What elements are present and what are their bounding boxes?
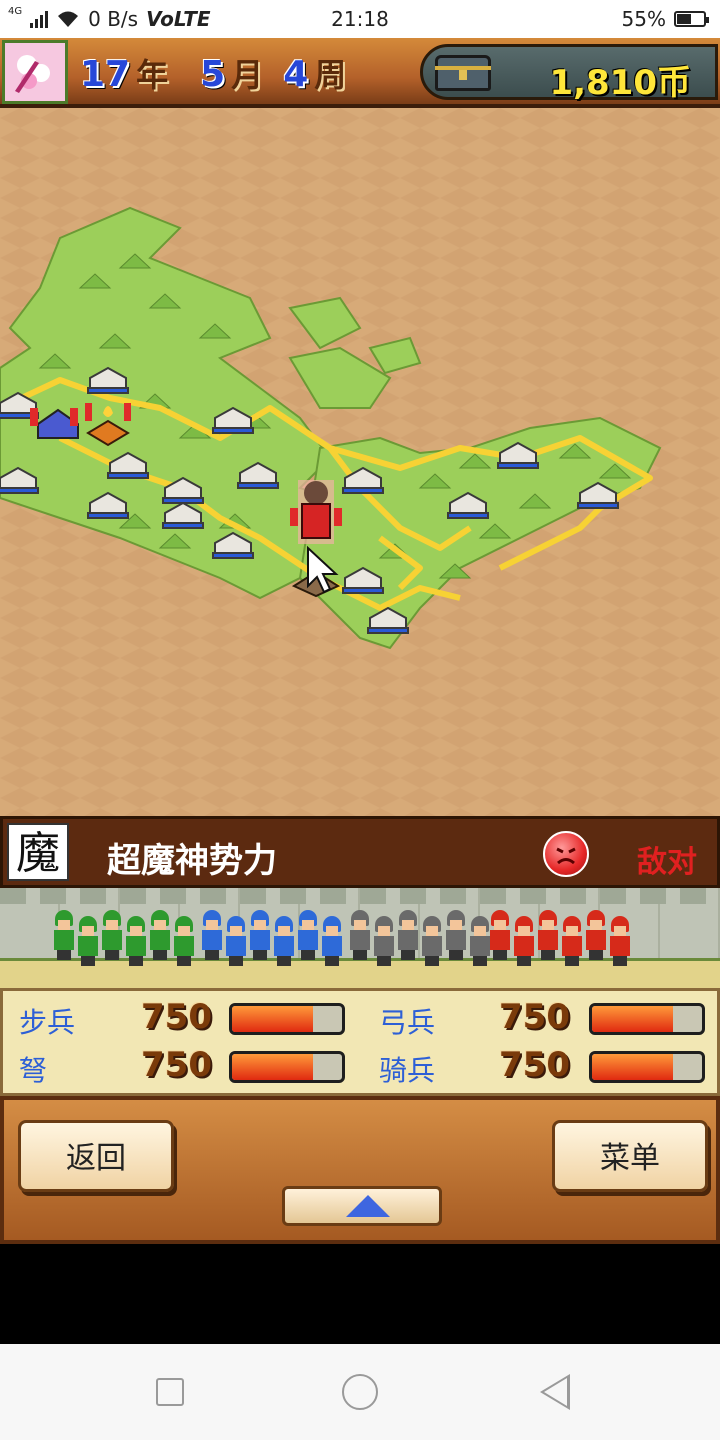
soldier-sprite [100, 910, 124, 960]
cavalry-bar [589, 1051, 705, 1083]
soldier-sprite [172, 916, 196, 966]
soldier-sprite [560, 916, 584, 966]
infantry-bar [229, 1003, 345, 1035]
soldier-sprite [224, 916, 248, 966]
archer-label: 弓兵 [379, 1006, 436, 1039]
troops-display [0, 888, 720, 988]
castle-icon[interactable] [30, 408, 79, 439]
cavalry-value: 750 [499, 1045, 570, 1085]
soldier-sprite [52, 910, 76, 960]
year-value: 17 [80, 54, 131, 95]
infantry-label: 步兵 [19, 1006, 76, 1039]
faction-emblem-icon[interactable] [2, 40, 68, 104]
crossbow-bar [229, 1051, 345, 1083]
soldier-sprite [348, 910, 372, 960]
year-unit: 年 [136, 56, 169, 94]
soldier-sprite [124, 916, 148, 966]
coin-amount: 1,810币 [549, 63, 691, 103]
soldier-sprite [488, 910, 512, 960]
week-unit: 周 [314, 56, 347, 94]
soldier-sprite [148, 910, 172, 960]
month-value: 5 [200, 54, 226, 95]
coin-display: 1,810币 [420, 44, 718, 103]
soldier-sprite [372, 916, 396, 966]
soldier-sprite [76, 916, 100, 966]
stats-row-2: 弩 750 骑兵 750 [3, 1043, 720, 1091]
soldier-sprite [444, 910, 468, 960]
soldier-sprite [420, 916, 444, 966]
map-canvas[interactable] [0, 108, 720, 816]
faction-emblem-char: 魔 [7, 823, 69, 881]
faction-name: 超魔神势力 [107, 841, 277, 881]
soldier-sprite [536, 910, 560, 960]
menu-button[interactable]: 菜单 [552, 1120, 708, 1192]
bottom-control-panel: 返回 菜单 [0, 1096, 720, 1244]
angry-face-icon [543, 831, 589, 877]
soldier-sprite [608, 916, 632, 966]
cavalry-label: 骑兵 [379, 1054, 436, 1087]
month-unit: 月 [231, 56, 264, 94]
up-arrow-icon [346, 1195, 390, 1217]
archer-bar [589, 1003, 705, 1035]
soldier-sprite [396, 910, 420, 960]
status-bar: 4G 0 B/s VoLTE 21:18 55% [0, 0, 720, 38]
soldier-sprite [584, 910, 608, 960]
nav-back-icon[interactable] [540, 1374, 570, 1410]
wall-crenellations [0, 888, 720, 904]
battery-percent: 55% [621, 7, 666, 31]
week-value: 4 [283, 54, 309, 95]
soldier-sprite [272, 916, 296, 966]
world-map[interactable] [0, 108, 720, 816]
stats-row-1: 步兵 750 弓兵 750 [3, 995, 720, 1043]
faction-info-bar: 魔 超魔神势力 敌对 [0, 816, 720, 888]
back-button[interactable]: 返回 [18, 1120, 174, 1192]
game-top-bar: 17 年 5 月 4 周 1,810币 [0, 38, 720, 108]
clock: 21:18 [331, 7, 389, 31]
crossbow-value: 750 [141, 1045, 212, 1085]
expand-up-button[interactable] [282, 1186, 442, 1226]
system-nav-bar [0, 1344, 720, 1440]
nav-square-icon[interactable] [156, 1378, 184, 1406]
soldier-sprite [200, 910, 224, 960]
status-right: 55% [621, 7, 709, 31]
crossbow-label: 弩 [19, 1054, 48, 1087]
archer-value: 750 [499, 997, 570, 1037]
army-stats-panel: 步兵 750 弓兵 750 弩 750 骑兵 750 [0, 988, 720, 1096]
nav-home-icon[interactable] [342, 1374, 378, 1410]
relation-status: 敌对 [637, 845, 697, 880]
battery-icon [674, 11, 709, 27]
soldier-sprite [296, 910, 320, 960]
soldier-sprite [320, 916, 344, 966]
game-date: 17 年 5 月 4 周 [80, 50, 346, 96]
treasure-chest-icon [435, 55, 491, 91]
infantry-value: 750 [141, 997, 212, 1037]
soldier-sprite [248, 910, 272, 960]
soldier-sprite [512, 916, 536, 966]
